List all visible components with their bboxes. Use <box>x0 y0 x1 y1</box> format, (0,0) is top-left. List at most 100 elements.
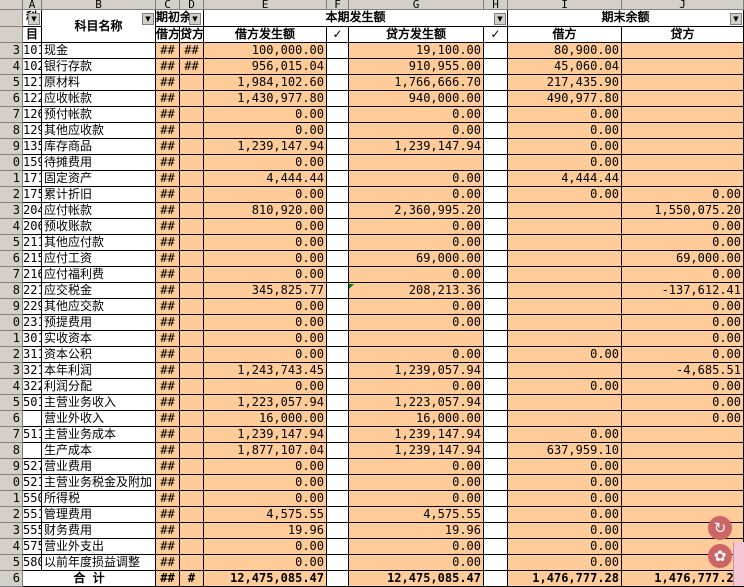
account-name[interactable]: 待摊费用 <box>42 155 156 171</box>
filter-dropdown-icon[interactable]: ▼ <box>28 13 40 25</box>
account-name[interactable]: 原材料 <box>42 75 156 91</box>
account-name[interactable]: 财务费用 <box>42 523 156 539</box>
row-header[interactable]: 3 <box>0 363 23 379</box>
opening-debit[interactable]: ## <box>156 459 180 475</box>
account-code[interactable]: 555 <box>23 523 42 539</box>
opening-debit[interactable]: ## <box>156 171 180 187</box>
debit-amount[interactable]: 0.00 <box>204 123 327 139</box>
debit-amount[interactable]: 1,239,147.94 <box>204 427 327 443</box>
opening-debit[interactable]: ## <box>156 283 180 299</box>
account-code[interactable]: 215 <box>23 251 42 267</box>
opening-credit[interactable] <box>180 395 204 411</box>
account-code[interactable]: 204 <box>23 203 42 219</box>
ending-debit[interactable] <box>508 235 622 251</box>
opening-credit[interactable] <box>180 251 204 267</box>
opening-credit[interactable]: ## <box>180 59 204 75</box>
account-code[interactable]: 122 <box>23 91 42 107</box>
check-cell[interactable] <box>484 283 508 299</box>
ending-debit[interactable] <box>508 331 622 347</box>
check-cell[interactable] <box>327 59 349 75</box>
row-header[interactable]: 3 <box>0 43 23 59</box>
column-header-d[interactable]: D <box>180 0 204 10</box>
ending-credit[interactable] <box>622 43 744 59</box>
account-name[interactable]: 预提费用 <box>42 315 156 331</box>
account-name[interactable]: 营业外支出 <box>42 539 156 555</box>
column-header-j[interactable]: J <box>622 0 744 10</box>
credit-amount[interactable]: 0.00 <box>349 315 484 331</box>
check-cell[interactable] <box>327 411 349 427</box>
opening-credit[interactable] <box>180 155 204 171</box>
debit-amount[interactable]: 1,984,102.60 <box>204 75 327 91</box>
opening-credit[interactable] <box>180 267 204 283</box>
row-header[interactable]: 6 <box>0 251 23 267</box>
opening-debit[interactable]: ## <box>156 203 180 219</box>
row-header[interactable]: 0 <box>0 475 23 491</box>
check-cell[interactable] <box>327 507 349 523</box>
select-all-corner[interactable] <box>0 0 23 10</box>
account-name[interactable]: 其他应收款 <box>42 123 156 139</box>
check-cell[interactable] <box>484 267 508 283</box>
total-credit-amount[interactable]: 12,475,085.47 <box>349 571 484 587</box>
check-cell[interactable] <box>484 459 508 475</box>
credit-amount[interactable]: 0.00 <box>349 235 484 251</box>
debit-amount[interactable]: 0.00 <box>204 251 327 267</box>
account-code[interactable]: 216 <box>23 267 42 283</box>
flower-icon[interactable]: ✿ <box>708 544 732 568</box>
ending-debit[interactable]: 0.00 <box>508 107 622 123</box>
opening-debit[interactable]: ## <box>156 427 180 443</box>
account-name[interactable]: 应付福利费 <box>42 267 156 283</box>
column-header-a[interactable]: A <box>23 0 42 10</box>
ending-credit[interactable] <box>622 171 744 187</box>
check-cell[interactable] <box>484 59 508 75</box>
check-cell[interactable] <box>327 443 349 459</box>
account-code[interactable]: 171 <box>23 171 42 187</box>
account-name[interactable]: 利润分配 <box>42 379 156 395</box>
account-code[interactable]: 501 <box>23 395 42 411</box>
credit-amount[interactable]: 910,955.00 <box>349 59 484 75</box>
opening-debit[interactable]: ## <box>156 363 180 379</box>
ending-debit[interactable] <box>508 219 622 235</box>
opening-debit[interactable]: ## <box>156 347 180 363</box>
account-name[interactable]: 银行存款 <box>42 59 156 75</box>
opening-credit[interactable] <box>180 491 204 507</box>
row-header[interactable]: 1 <box>0 331 23 347</box>
opening-debit[interactable]: ## <box>156 299 180 315</box>
opening-credit[interactable] <box>180 235 204 251</box>
check-cell[interactable] <box>327 427 349 443</box>
check-cell[interactable] <box>484 523 508 539</box>
account-code[interactable]: 231 <box>23 315 42 331</box>
opening-credit[interactable] <box>180 347 204 363</box>
debit-amount[interactable]: 0.00 <box>204 299 327 315</box>
opening-credit[interactable] <box>180 411 204 427</box>
check-cell[interactable] <box>327 235 349 251</box>
opening-debit[interactable]: ## <box>156 219 180 235</box>
check-cell[interactable] <box>327 251 349 267</box>
column-header-h[interactable]: H <box>484 0 508 10</box>
ending-debit[interactable] <box>508 363 622 379</box>
debit-amount[interactable]: 0.00 <box>204 347 327 363</box>
credit-amount[interactable]: 0.00 <box>349 123 484 139</box>
opening-debit[interactable]: ## <box>156 443 180 459</box>
account-code[interactable]: 580 <box>23 555 42 571</box>
credit-amount[interactable]: 1,239,147.94 <box>349 139 484 155</box>
check-cell[interactable] <box>327 523 349 539</box>
opening-credit[interactable] <box>180 379 204 395</box>
row-header[interactable]: 5 <box>0 395 23 411</box>
row-header[interactable]: 7 <box>0 107 23 123</box>
ending-debit[interactable]: 0.00 <box>508 347 622 363</box>
debit-amount[interactable]: 0.00 <box>204 155 327 171</box>
credit-amount[interactable]: 0.00 <box>349 347 484 363</box>
opening-credit[interactable] <box>180 299 204 315</box>
credit-amount[interactable]: 0.00 <box>349 555 484 571</box>
check-cell[interactable] <box>484 491 508 507</box>
credit-amount[interactable]: 0.00 <box>349 107 484 123</box>
check-cell[interactable] <box>327 363 349 379</box>
check-cell[interactable] <box>327 555 349 571</box>
ending-debit[interactable] <box>508 267 622 283</box>
row-header[interactable]: 4 <box>0 539 23 555</box>
ending-debit[interactable]: 80,900.00 <box>508 43 622 59</box>
column-header-g[interactable]: G <box>349 0 484 10</box>
account-code[interactable]: 211 <box>23 235 42 251</box>
check-cell[interactable] <box>484 411 508 427</box>
check-cell[interactable] <box>327 283 349 299</box>
